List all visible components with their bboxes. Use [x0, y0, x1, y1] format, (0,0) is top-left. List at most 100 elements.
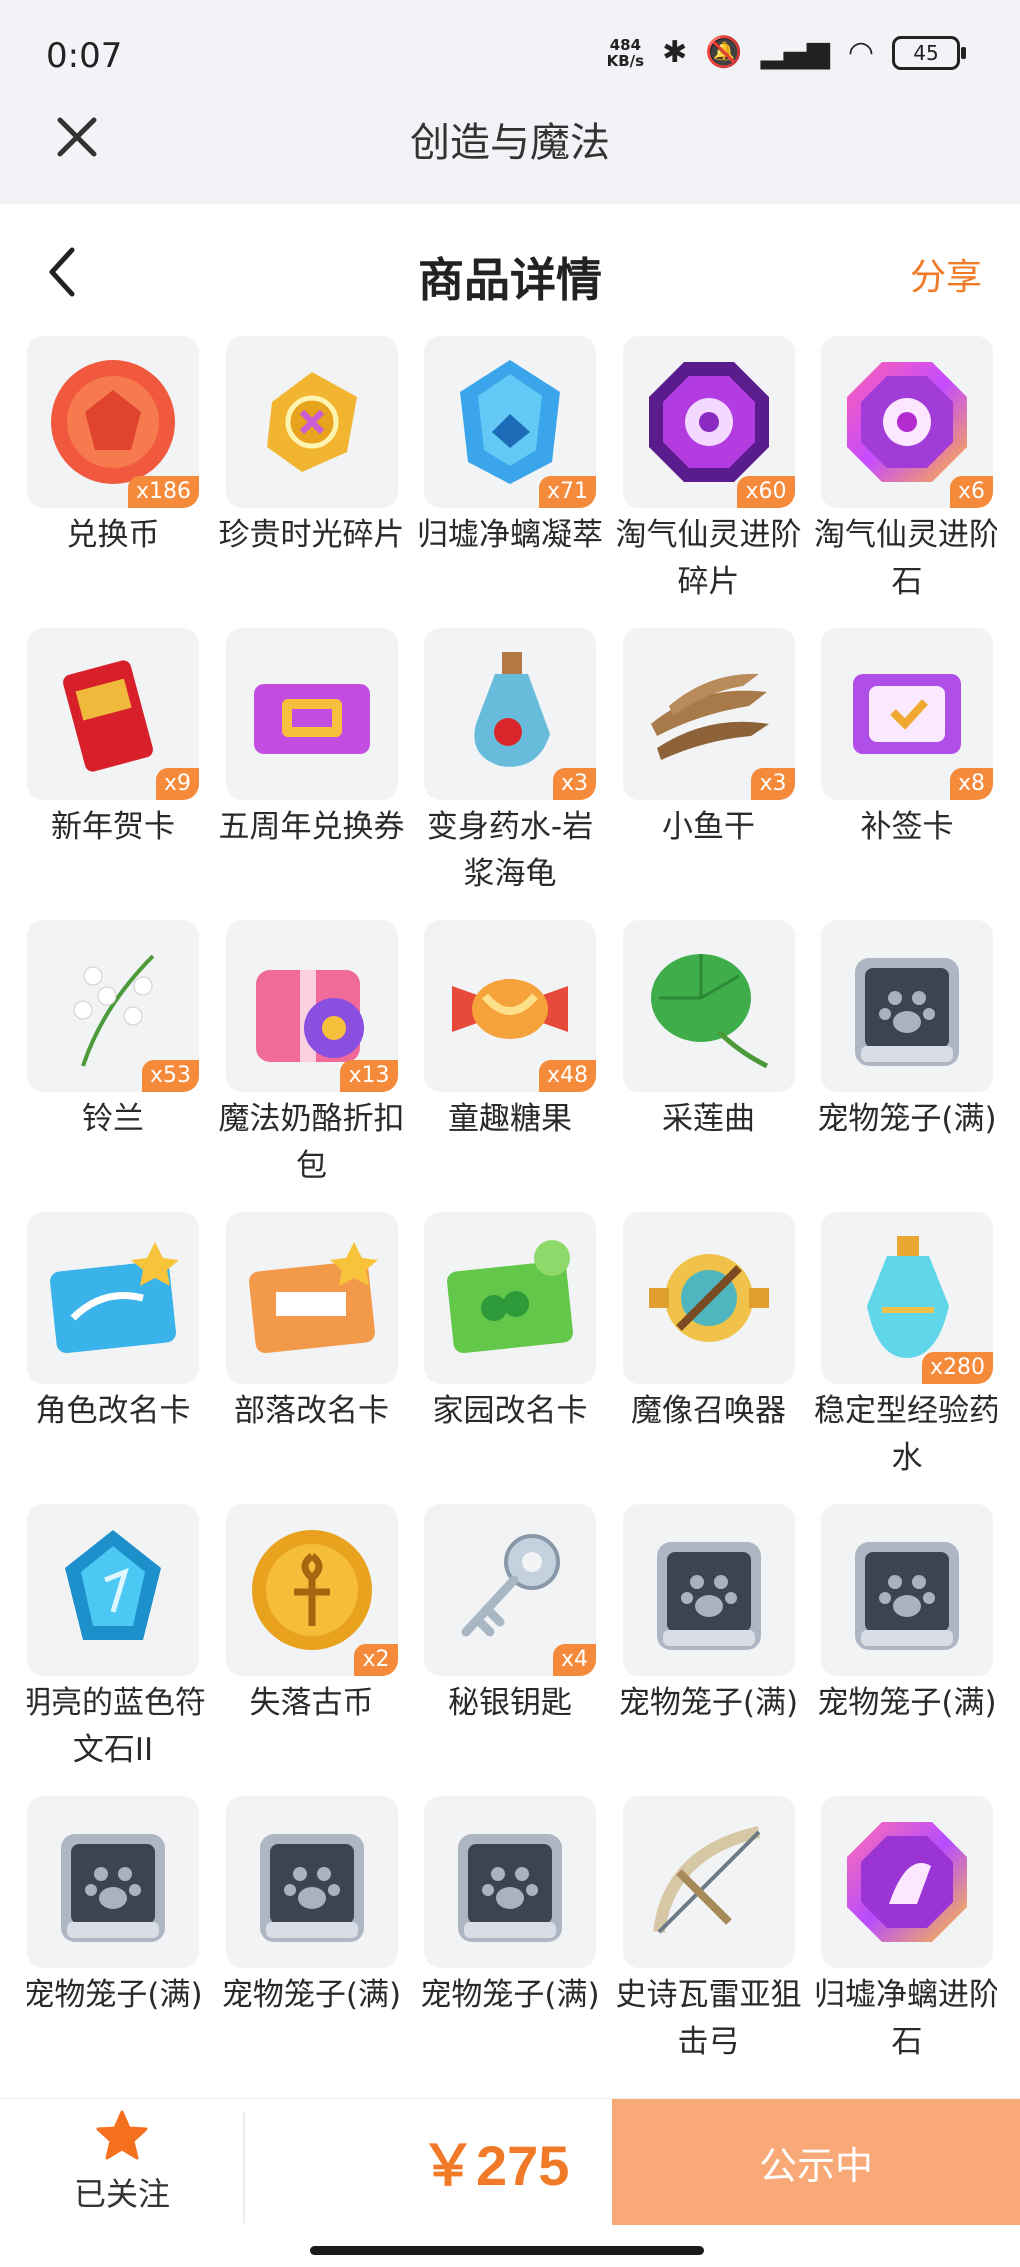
orange-rename-card-icon: [248, 1242, 378, 1354]
item-card[interactable]: 宠物笼子(满): [222, 1796, 401, 2019]
item-card[interactable]: x9 新年贺卡: [27, 628, 199, 851]
item-card[interactable]: x4 秘银钥匙: [424, 1504, 596, 1727]
item-card[interactable]: x3 变身药水-岩浆海龟: [424, 628, 596, 898]
network-speed: 484 KB/s: [606, 36, 645, 70]
item-thumbnail: [424, 1796, 596, 1968]
item-card[interactable]: x280 稳定型经验药水: [814, 1212, 997, 1482]
quantity-badge: x71: [538, 476, 596, 508]
anniversary-ticket-icon: [253, 684, 370, 754]
blue-crystal-icon: [460, 360, 560, 484]
item-card[interactable]: x13 魔法奶酪折扣包: [219, 920, 405, 1190]
purple-octagon-icon: [648, 362, 769, 482]
item-card[interactable]: 角色改名卡: [27, 1212, 199, 1435]
item-thumbnail: x186: [27, 336, 199, 508]
item-name: 变身药水-岩浆海龟: [426, 809, 594, 892]
item-card[interactable]: x60 淘气仙灵进阶碎片: [616, 336, 802, 606]
lily-flower-icon: [73, 954, 155, 1067]
top-area: [0, 0, 1020, 204]
public-notice-button[interactable]: 公示中: [612, 2099, 1020, 2225]
item-thumbnail: [225, 1212, 398, 1384]
item-card[interactable]: x3 小鱼干: [622, 628, 795, 851]
follow-button[interactable]: 已关注: [0, 2099, 240, 2233]
item-card[interactable]: 五周年兑换券: [219, 628, 405, 851]
page-header: 商品详情 分享: [0, 204, 1020, 334]
bluetooth-icon: ✱: [662, 35, 688, 70]
quantity-badge: x2: [354, 1644, 398, 1676]
item-name: 角色改名卡: [35, 1393, 191, 1429]
crossbow-icon: [652, 1826, 760, 1934]
item-card[interactable]: 归墟净螭进阶石: [814, 1796, 997, 2066]
rainbow-octagon-icon: [847, 362, 967, 482]
item-name: 五周年兑换券: [218, 809, 405, 845]
quantity-badge: x13: [340, 1060, 398, 1092]
item-name: 归墟净螭凝萃: [417, 517, 603, 553]
item-thumbnail: [27, 1796, 199, 1968]
quantity-badge: x3: [751, 768, 795, 800]
candy-icon: [452, 979, 568, 1039]
item-card[interactable]: x53 铃兰: [27, 920, 199, 1143]
item-name: 宠物笼子(满): [27, 1977, 203, 2013]
item-name: 宠物笼子(满): [221, 1977, 402, 2013]
share-button[interactable]: 分享: [910, 248, 982, 300]
item-card[interactable]: x71 归墟净螭凝萃: [417, 336, 603, 559]
item-name: 兑换币: [66, 517, 160, 553]
item-thumbnail: [622, 1796, 795, 1968]
item-name: 童趣糖果: [448, 1101, 572, 1137]
item-thumbnail: [622, 920, 795, 1092]
red-card-icon: [63, 660, 153, 772]
item-card[interactable]: 采莲曲: [622, 920, 795, 1143]
gift-pack-icon: [255, 970, 364, 1062]
item-name: 秘银钥匙: [448, 1685, 572, 1721]
item-name: 珍贵时光碎片: [218, 517, 405, 553]
quantity-badge: x6: [949, 476, 993, 508]
item-card[interactable]: x48 童趣糖果: [424, 920, 596, 1143]
item-card[interactable]: x2 失落古币: [225, 1504, 398, 1727]
item-card[interactable]: 宠物笼子(满): [619, 1504, 798, 1727]
item-name: 淘气仙灵进阶碎片: [615, 517, 802, 600]
item-thumbnail: x6: [821, 336, 993, 508]
item-thumbnail: x4: [424, 1504, 596, 1676]
signal-icon: ▂▄▆: [760, 35, 830, 70]
item-thumbnail: [225, 1796, 398, 1968]
gold-coin-icon: [251, 1530, 372, 1650]
price: ￥275: [420, 2134, 570, 2197]
item-card[interactable]: 珍贵时光碎片: [219, 336, 405, 559]
item-card[interactable]: x186 兑换币: [27, 336, 199, 559]
green-rename-card-icon: [447, 1240, 573, 1354]
dried-fish-icon: [650, 673, 769, 760]
item-name: 失落古币: [249, 1685, 374, 1721]
item-card[interactable]: 史诗瓦雷亚狙击弓: [616, 1796, 802, 2066]
item-card[interactable]: 魔像召唤器: [622, 1212, 795, 1435]
divider: [243, 2111, 245, 2223]
item-card[interactable]: 家园改名卡: [424, 1212, 596, 1435]
item-name: 宠物笼子(满): [817, 1101, 997, 1137]
quantity-badge: x8: [949, 768, 993, 800]
red-coin-icon: [51, 360, 175, 484]
item-thumbnail: [225, 336, 398, 508]
pet-cage-icon: [855, 958, 959, 1066]
item-thumbnail: x48: [424, 920, 596, 1092]
item-thumbnail: x60: [622, 336, 795, 508]
item-card[interactable]: 宠物笼子(满): [420, 1796, 600, 2019]
item-name: 稳定型经验药水: [814, 1393, 997, 1476]
item-thumbnail: x3: [424, 628, 596, 800]
item-card[interactable]: x8 补签卡: [821, 628, 993, 851]
item-name: 淘气仙灵进阶石: [814, 517, 997, 600]
quantity-badge: x186: [127, 476, 199, 508]
golem-summoner-icon: [648, 1254, 769, 1342]
item-card[interactable]: 宠物笼子(满): [817, 920, 997, 1143]
exp-potion-icon: [867, 1236, 949, 1358]
star-icon: [96, 2110, 148, 2160]
item-card[interactable]: 明亮的蓝色符文石II: [27, 1504, 206, 1774]
item-thumbnail: [424, 1212, 596, 1384]
item-card[interactable]: x6 淘气仙灵进阶石: [814, 336, 997, 606]
quantity-badge: x280: [921, 1352, 993, 1384]
item-card[interactable]: 宠物笼子(满): [817, 1504, 997, 1727]
wifi-icon: ◠: [847, 35, 874, 70]
item-card[interactable]: 部落改名卡: [225, 1212, 398, 1435]
item-thumbnail: [27, 1212, 199, 1384]
pet-cage-icon: [656, 1542, 761, 1650]
item-thumbnail: x280: [821, 1212, 993, 1384]
item-card[interactable]: 宠物笼子(满): [27, 1796, 203, 2019]
item-thumbnail: [821, 920, 993, 1092]
